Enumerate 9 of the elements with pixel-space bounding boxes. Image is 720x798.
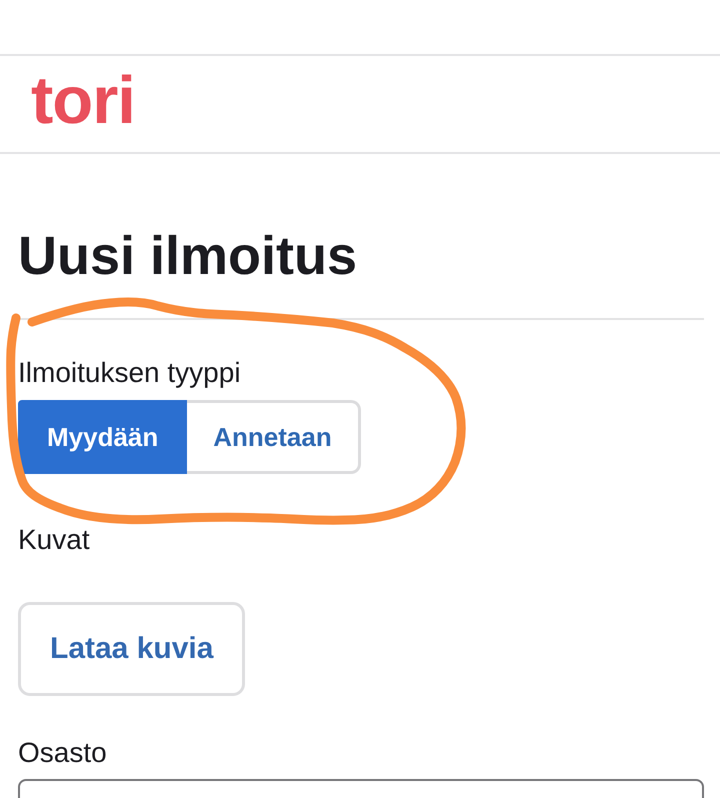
segment-option[interactable]: Myydään: [18, 400, 188, 474]
segment-option[interactable]: Annetaan: [187, 400, 361, 474]
field-label: Osasto: [18, 736, 107, 770]
field-label: Ilmoituksen tyyppi: [18, 356, 241, 390]
site-logo[interactable]: tori: [31, 66, 135, 136]
page-title: Uusi ilmoitus: [18, 225, 358, 288]
field-label: Kuvat: [18, 523, 90, 557]
upload-button[interactable]: Lataa kuvia: [18, 602, 246, 696]
select-field[interactable]: [18, 779, 704, 798]
